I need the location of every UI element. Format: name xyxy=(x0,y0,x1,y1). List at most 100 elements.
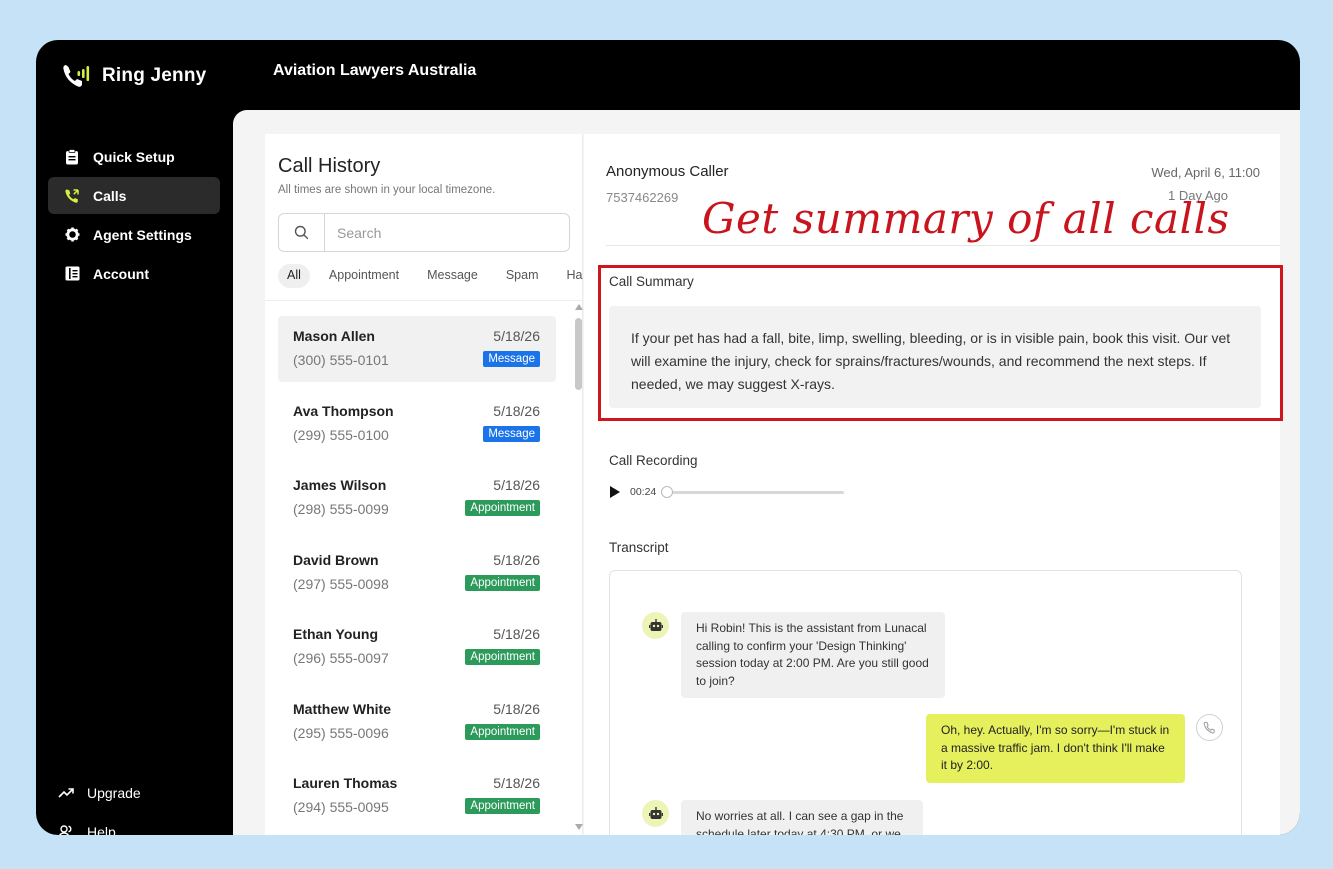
filter-tab-all[interactable]: All xyxy=(278,264,310,288)
phone-icon xyxy=(64,188,80,204)
screenshot-frame: Ring Jenny Aviation Lawyers Australia Qu… xyxy=(0,0,1333,869)
sidebar-item-account[interactable]: Account xyxy=(48,255,220,292)
call-list-item[interactable]: David Brown 5/18/26 (297) 555-0098 Appoi… xyxy=(278,540,556,606)
users-icon xyxy=(58,824,74,835)
call-list-item[interactable]: James Wilson 5/18/26 (298) 555-0099 Appo… xyxy=(278,465,556,531)
filter-tab-message[interactable]: Message xyxy=(418,264,487,288)
call-summary-title: Call Summary xyxy=(609,274,694,289)
search-box[interactable] xyxy=(278,213,570,252)
search-icon[interactable] xyxy=(279,214,325,251)
caller-phone: (300) 555-0101 xyxy=(293,352,389,368)
call-tag-badge: Appointment xyxy=(465,798,540,814)
caller-phone: (298) 555-0099 xyxy=(293,501,389,517)
filter-tab-appointment[interactable]: Appointment xyxy=(320,264,408,288)
recording-time: 00:24 xyxy=(630,486,657,498)
sidebar-item-agent-settings[interactable]: Agent Settings xyxy=(48,216,220,253)
sidebar-item-label: Help xyxy=(87,823,116,836)
divider xyxy=(265,300,583,301)
detail-caller-phone: 7537462269 xyxy=(606,190,679,205)
sidebar-item-calls[interactable]: Calls xyxy=(48,177,220,214)
transcript-box: Hi Robin! This is the assistant from Lun… xyxy=(609,570,1242,835)
call-history-subtitle: All times are shown in your local timezo… xyxy=(278,184,496,196)
call-date: 5/18/26 xyxy=(493,328,540,344)
caller-phone: (297) 555-0098 xyxy=(293,575,389,592)
call-tag-badge: Appointment xyxy=(465,574,540,591)
call-list-scrollbar[interactable] xyxy=(574,304,583,834)
detail-call-datetime: Wed, April 6, 11:00 xyxy=(1151,165,1260,180)
call-tag-badge: Appointment xyxy=(465,649,540,665)
book-icon xyxy=(64,266,80,282)
sidebar-item-label: Calls xyxy=(93,187,127,204)
audio-progress-knob[interactable] xyxy=(661,485,674,498)
call-list-item[interactable]: Matthew White 5/18/26 (295) 555-0096 App… xyxy=(278,689,556,755)
sidebar-nav: Quick Setup Calls Agent Settings Account xyxy=(48,138,220,294)
call-list-item[interactable]: Ava Thompson 5/18/26 (299) 555-0100 Mess… xyxy=(278,391,556,457)
call-tag-badge: Message xyxy=(483,351,540,367)
sidebar-item-label: Account xyxy=(93,265,149,282)
call-summary-text: If your pet has had a fall, bite, limp, … xyxy=(609,306,1261,408)
detail-caller-name: Anonymous Caller xyxy=(606,163,729,180)
app-window: Ring Jenny Aviation Lawyers Australia Qu… xyxy=(36,40,1300,835)
call-date: 5/18/26 xyxy=(493,402,540,419)
brand[interactable]: Ring Jenny xyxy=(60,58,206,94)
call-date: 5/18/26 xyxy=(493,775,540,791)
annotation-text: Get summary of all calls xyxy=(702,194,1230,243)
caller-name: Ethan Young xyxy=(293,626,379,642)
call-tag-badge: Appointment xyxy=(465,500,540,516)
caller-phone: (294) 555-0095 xyxy=(293,799,389,815)
call-history-panel: Call History All times are shown in your… xyxy=(265,134,583,835)
transcript-message-bot: No worries at all. I can see a gap in th… xyxy=(681,800,923,835)
main-content: Call History All times are shown in your… xyxy=(233,110,1300,835)
call-list-item[interactable]: Lauren Thomas 5/18/26 (294) 555-0095 App… xyxy=(278,763,556,829)
play-icon[interactable] xyxy=(610,486,620,498)
audio-progress-slider[interactable] xyxy=(661,485,845,498)
call-tag-badge: Appointment xyxy=(465,723,540,740)
caller-name: Mason Allen xyxy=(293,328,375,344)
sidebar-item-label: Upgrade xyxy=(87,784,141,801)
divider xyxy=(606,245,1280,246)
caller-phone: (299) 555-0100 xyxy=(293,426,389,443)
scroll-thumb[interactable] xyxy=(575,318,582,390)
sidebar-bottom-nav: Upgrade Help xyxy=(48,774,220,835)
scroll-down-arrow-icon[interactable] xyxy=(575,824,583,830)
caller-phone-icon xyxy=(1196,714,1223,741)
sidebar-item-upgrade[interactable]: Upgrade xyxy=(48,774,220,811)
call-history-title: Call History xyxy=(278,155,381,177)
call-list-item[interactable]: Ethan Young 5/18/26 (296) 555-0097 Appoi… xyxy=(278,614,556,680)
sidebar-item-label: Quick Setup xyxy=(93,148,175,165)
call-list-item[interactable]: Mason Allen 5/18/26 (300) 555-0101 Messa… xyxy=(278,316,556,382)
filter-tab-spam[interactable]: Spam xyxy=(497,264,548,288)
call-tag-badge: Message xyxy=(483,425,540,442)
filter-tab-more[interactable]: Ha xyxy=(557,264,583,288)
caller-name: Matthew White xyxy=(293,700,391,717)
transcript-message-user: Oh, hey. Actually, I'm so sorry—I'm stuc… xyxy=(926,714,1185,783)
caller-name: Lauren Thomas xyxy=(293,775,398,791)
caller-phone: (295) 555-0096 xyxy=(293,724,389,741)
sidebar-item-quick-setup[interactable]: Quick Setup xyxy=(48,138,220,175)
caller-name: James Wilson xyxy=(293,477,387,493)
organization-name: Aviation Lawyers Australia xyxy=(273,62,477,79)
search-input[interactable] xyxy=(325,224,555,241)
bot-icon xyxy=(642,612,669,639)
call-date: 5/18/26 xyxy=(493,551,540,568)
brand-name: Ring Jenny xyxy=(102,65,207,86)
call-detail-panel: Anonymous Caller 7537462269 Wed, April 6… xyxy=(584,134,1283,835)
gear-icon xyxy=(64,227,80,243)
caller-phone: (296) 555-0097 xyxy=(293,650,389,666)
sidebar-item-label: Agent Settings xyxy=(93,226,192,243)
sidebar-item-help[interactable]: Help xyxy=(48,813,220,835)
call-date: 5/18/26 xyxy=(493,626,540,642)
call-list: Mason Allen 5/18/26 (300) 555-0101 Messa… xyxy=(278,316,556,835)
call-date: 5/18/26 xyxy=(493,477,540,493)
call-recording-title: Call Recording xyxy=(609,453,698,468)
filter-tabs: All Appointment Message Spam Ha xyxy=(278,264,583,288)
clipboard-icon xyxy=(64,148,80,165)
call-date: 5/18/26 xyxy=(493,700,540,717)
caller-name: David Brown xyxy=(293,551,379,568)
trending-up-icon xyxy=(58,785,74,801)
audio-player: 00:24 xyxy=(610,485,845,498)
transcript-message-bot: Hi Robin! This is the assistant from Lun… xyxy=(681,612,945,698)
scroll-up-arrow-icon[interactable] xyxy=(575,304,583,310)
ring-jenny-logo-icon xyxy=(60,59,94,93)
bot-icon xyxy=(642,800,669,827)
